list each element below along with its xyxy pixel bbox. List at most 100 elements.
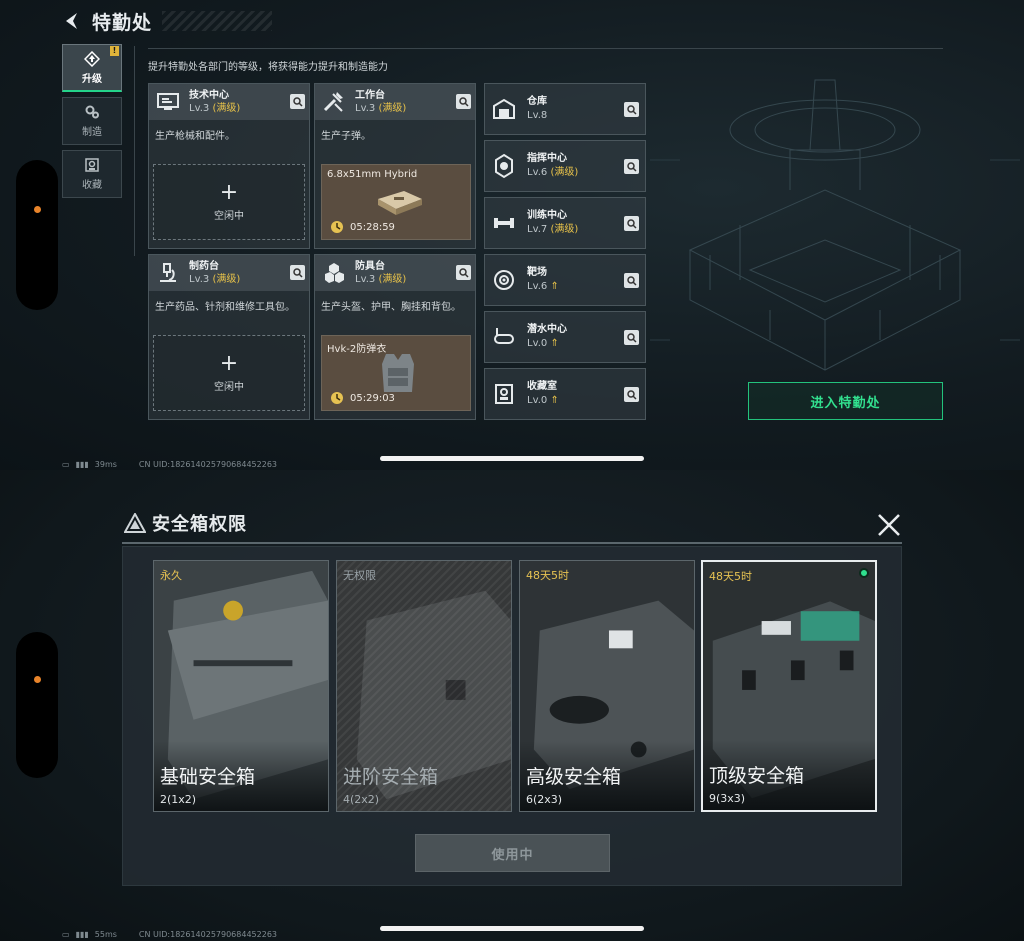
divider [122, 542, 902, 544]
safe-box-card-basic[interactable]: 永久 基础安全箱 2(1x2) [153, 560, 329, 812]
page-title: 特勤处 [92, 11, 153, 34]
workshop-card-armor-bench[interactable]: 防具台 Lv.3 (满级) 生产头盔、护甲、胸挂和背包。 Hvk-2防弹衣 05… [314, 254, 476, 420]
room-training-center[interactable]: 训练中心 Lv.7 (满级) [484, 197, 646, 249]
home-indicator[interactable] [380, 456, 644, 461]
diving-icon [494, 328, 514, 344]
workshop-description: 生产枪械和配件。 [155, 131, 235, 142]
room-shooting-range[interactable]: 靶场 Lv.6 ⇑ [484, 254, 646, 306]
magnifier-icon [626, 389, 637, 400]
tab-upgrade[interactable]: ! 升级 [62, 44, 122, 92]
magnifier-icon [626, 332, 637, 343]
timer-icon [331, 221, 343, 233]
battery-icon: ▭ [62, 460, 70, 469]
signal-icon: ▮▮▮ [75, 460, 89, 469]
inspect-button[interactable] [624, 387, 639, 402]
workshop-header: 制药台 Lv.3 (满级) [149, 255, 309, 291]
inspect-button[interactable] [624, 273, 639, 288]
room-collection-room[interactable]: 收藏室 Lv.0 ⇑ [484, 368, 646, 420]
uid-text: CN UID:1826140257906844522​63 [138, 460, 277, 469]
room-level: Lv.7 [527, 224, 548, 235]
workshop-level: Lv.3 [355, 274, 376, 285]
inspect-button[interactable] [624, 159, 639, 174]
workshop-level: Lv.3 [189, 274, 210, 285]
equipped-indicator [859, 568, 869, 578]
inspect-button[interactable] [456, 94, 471, 109]
upgrade-available-icon: ⇑ [550, 281, 559, 292]
safe-box-card-advanced[interactable]: 无权限 进阶安全箱 4(2x2) [336, 560, 512, 812]
device-notch [16, 160, 58, 310]
room-diving-center[interactable]: 潜水中心 Lv.0 ⇑ [484, 311, 646, 363]
duration-label: 无权限 [343, 569, 376, 582]
inspect-button[interactable] [624, 330, 639, 345]
duration-label: 48天5时 [526, 569, 569, 582]
production-slot[interactable]: 6.8x51mm Hybrid 05:28:59 [321, 164, 471, 240]
box-capacity: 4(2x2) [343, 793, 380, 806]
page-description: 提升特勤处各部门的等级，将获得能力提升和制造能力 [148, 62, 388, 73]
box-name: 进阶安全箱 [343, 766, 439, 788]
ping-text: 55ms [94, 930, 117, 939]
box-name: 基础安全箱 [160, 766, 256, 788]
close-icon[interactable] [876, 512, 902, 538]
workshop-card-pharmacy[interactable]: 制药台 Lv.3 (满级) 生产药品、针剂和维修工具包。 + 空闲中 [148, 254, 310, 420]
workshop-level: Lv.3 [355, 103, 376, 114]
idle-slot[interactable]: + 空闲中 [153, 335, 305, 411]
tab-collection[interactable]: 收藏 [62, 150, 122, 198]
dumbbell-icon [494, 218, 514, 228]
upgrade-available-icon: ⇑ [550, 338, 559, 349]
special-ops-screen: 特勤处 ! 升级 制造 收藏 提升特勤处各部门的等级，将获得能力提升和制造能力 … [0, 0, 1024, 470]
modal-title: 安全箱权限 [152, 514, 247, 535]
safe-box-card-premium[interactable]: 48天5时 高级安全箱 6(2x3) [519, 560, 695, 812]
safe-box-permission-screen: 安全箱权限 永久 基础安全箱 2(1x2) 无权限 进阶安全箱 4(2x2) 4… [0, 470, 1024, 941]
room-command-center[interactable]: 指挥中心 Lv.6 (满级) [484, 140, 646, 192]
base-hologram-illustration [650, 79, 1020, 371]
collection-icon [85, 158, 99, 172]
workshop-name: 制药台 [189, 261, 219, 272]
safe-box-card-top[interactable]: 48天5时 顶级安全箱 9(3x3) [701, 560, 877, 812]
workshop-description: 生产头盔、护甲、胸挂和背包。 [321, 302, 461, 313]
inspect-button[interactable] [624, 216, 639, 231]
divider [148, 48, 943, 49]
workshop-name: 工作台 [355, 90, 385, 101]
home-indicator[interactable] [380, 926, 644, 931]
status-bar: ▭ ▮▮▮ 39ms CN UID:1826140257906844522​63 [62, 460, 277, 469]
workshop-description: 生产子弹。 [321, 131, 371, 142]
max-level-tag: (满级) [378, 103, 407, 114]
workshop-name: 技术中心 [189, 90, 229, 101]
inspect-button[interactable] [290, 265, 305, 280]
plus-icon: + [219, 179, 239, 205]
inspect-button[interactable] [290, 94, 305, 109]
body-armor-image [382, 354, 414, 392]
ping-text: 39ms [94, 460, 117, 469]
magnifier-icon [626, 275, 637, 286]
microscope-icon [160, 263, 176, 282]
idle-label: 空闲中 [214, 210, 244, 222]
duration-label: 永久 [160, 569, 182, 582]
workshop-header: 防具台 Lv.3 (满级) [315, 255, 475, 291]
alert-badge: ! [110, 46, 119, 56]
workshop-card-workbench[interactable]: 工作台 Lv.3 (满级) 生产子弹。 6.8x51mm Hybrid 05:2… [314, 83, 476, 249]
workshop-level: Lv.3 [189, 103, 210, 114]
idle-slot[interactable]: + 空闲中 [153, 164, 305, 240]
workshop-header: 技术中心 Lv.3 (满级) [149, 84, 309, 120]
button-label: 使用中 [491, 847, 534, 863]
production-slot[interactable]: Hvk-2防弹衣 05:29:03 [321, 335, 471, 411]
box-name: 高级安全箱 [526, 766, 622, 788]
tab-label: 收藏 [82, 180, 102, 191]
room-warehouse[interactable]: 仓库 Lv.8 [484, 83, 646, 135]
command-icon [495, 153, 513, 179]
room-level: Lv.8 [527, 110, 548, 121]
room-name: 指挥中心 [527, 153, 567, 164]
tab-craft[interactable]: 制造 [62, 97, 122, 145]
inspect-button[interactable] [456, 265, 471, 280]
magnifier-icon [458, 267, 469, 278]
enter-special-ops-button[interactable]: 进入特勤处 [748, 382, 943, 420]
max-level-tag: (满级) [212, 103, 241, 114]
back-arrow-icon[interactable] [62, 11, 82, 31]
upgrade-icon [84, 50, 100, 67]
magnifier-icon [458, 96, 469, 107]
room-level: Lv.6 [527, 281, 548, 292]
production-timer: 05:28:59 [350, 222, 395, 233]
workshop-card-tech-center[interactable]: 技术中心 Lv.3 (满级) 生产枪械和配件。 + 空闲中 [148, 83, 310, 249]
in-use-button[interactable]: 使用中 [415, 834, 610, 872]
inspect-button[interactable] [624, 102, 639, 117]
